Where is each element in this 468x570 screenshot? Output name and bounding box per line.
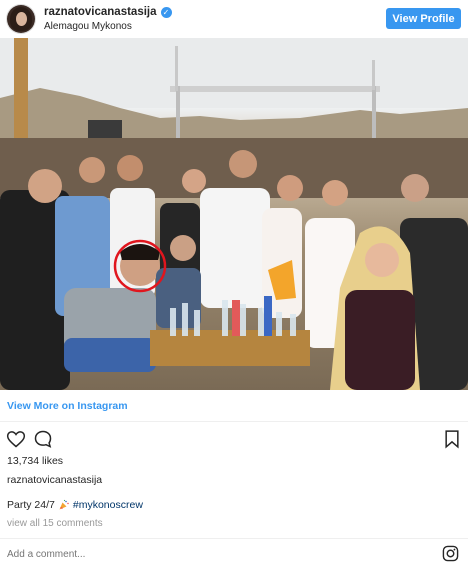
post-photo[interactable] [0,38,468,390]
bookmark-icon[interactable] [442,429,462,449]
caption-text: Party 24/7 [7,499,55,511]
username-link[interactable]: raznatovicanastasija [44,6,157,18]
add-comment-input[interactable] [7,549,387,560]
avatar[interactable] [7,5,35,33]
instagram-embed-card: raznatovicanastasija ✓ Alemagou Mykonos … [0,0,468,570]
view-more-link[interactable]: View More on Instagram [7,400,128,412]
caption-username[interactable]: raznatovicanastasija [7,474,102,486]
location-link[interactable]: Alemagou Mykonos [44,21,132,32]
divider [0,538,468,539]
comment-bubble-icon[interactable] [33,429,53,449]
verified-badge-icon: ✓ [160,6,172,18]
view-comments-link[interactable]: view all 15 comments [7,518,103,529]
instagram-logo-icon[interactable] [442,545,459,562]
likes-count[interactable]: 13,734 likes [7,455,63,467]
party-popper-icon [59,499,69,510]
username-row: raznatovicanastasija ✓ [44,6,172,18]
divider [0,421,468,422]
caption: Party 24/7 #mykonoscrew [7,499,143,511]
heart-icon[interactable] [6,429,26,449]
view-profile-button[interactable]: View Profile [386,8,461,29]
hashtag-link[interactable]: #mykonoscrew [73,499,143,511]
post-header: raznatovicanastasija ✓ Alemagou Mykonos … [0,0,468,38]
avatar-face [16,12,27,26]
group-photo-image [0,38,468,390]
